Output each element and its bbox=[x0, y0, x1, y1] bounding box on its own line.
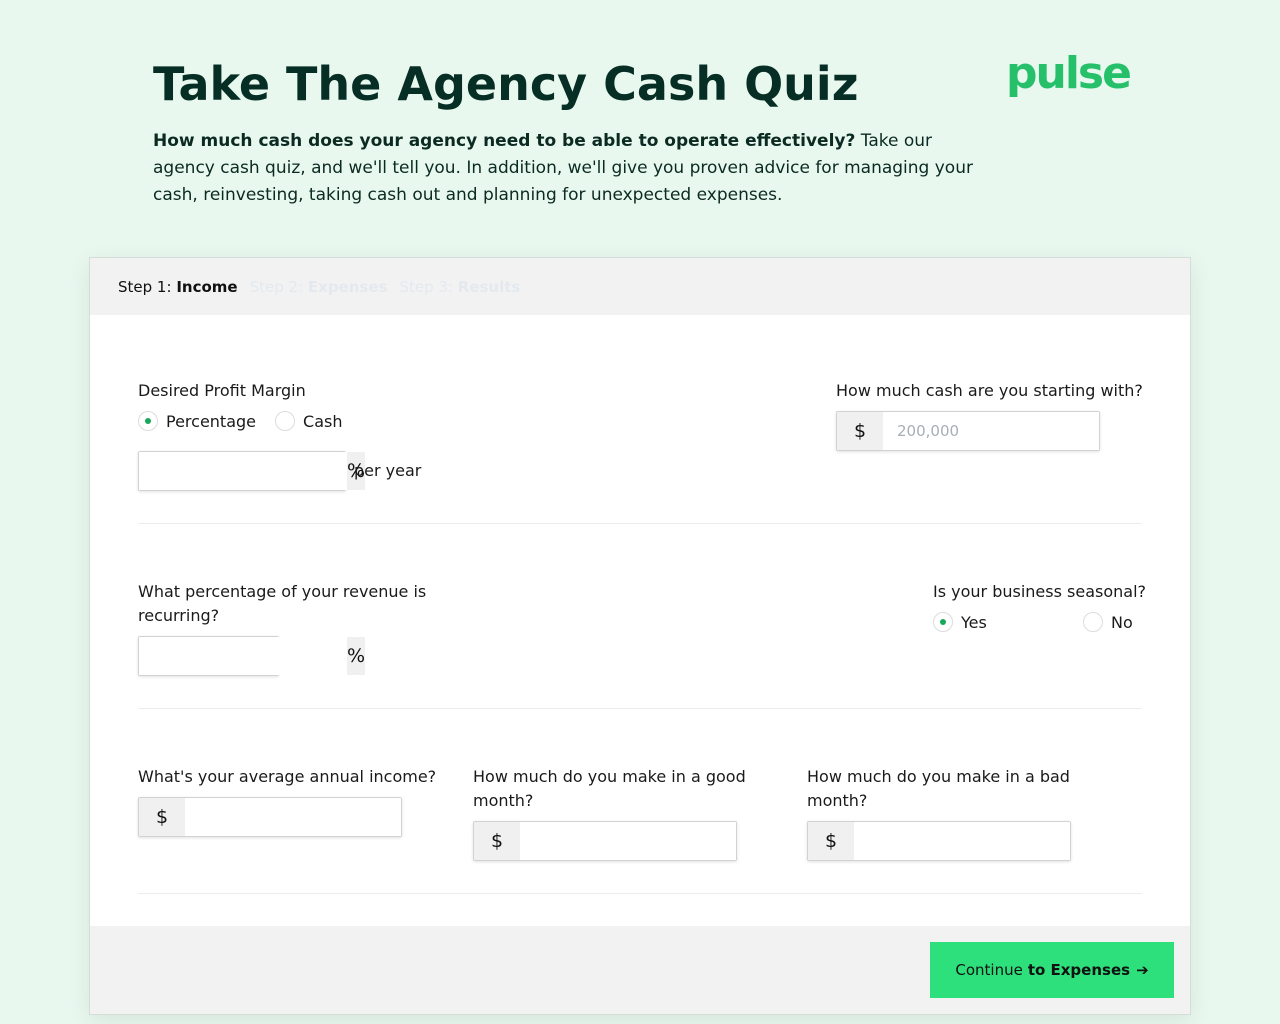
annual-income-label: What's your average annual income? bbox=[138, 767, 437, 786]
radio-yes-label: Yes bbox=[961, 612, 987, 632]
starting-cash-input-group: $ bbox=[836, 411, 1100, 451]
good-month-input[interactable] bbox=[520, 822, 736, 860]
profit-margin-radio-group: Percentage Cash bbox=[138, 411, 342, 431]
divider bbox=[138, 523, 1142, 524]
continue-button-bold: to Expenses bbox=[1027, 961, 1131, 979]
dollar-addon: $ bbox=[474, 822, 520, 860]
dollar-addon: $ bbox=[837, 412, 883, 450]
starting-cash-input[interactable] bbox=[883, 412, 1099, 450]
radio-cash-label: Cash bbox=[303, 411, 343, 431]
radio-yes-circle[interactable] bbox=[933, 612, 953, 632]
radio-percentage-label: Percentage bbox=[166, 411, 257, 431]
divider bbox=[138, 708, 1142, 709]
annual-income-input-group: $ bbox=[138, 797, 402, 837]
seasonal-radio-no[interactable]: No bbox=[1083, 612, 1133, 632]
step-3-name: Results bbox=[457, 277, 521, 296]
page-title: Take The Agency Cash Quiz bbox=[153, 57, 859, 111]
radio-percentage-circle[interactable] bbox=[138, 411, 158, 431]
step-2-name: Expenses bbox=[307, 277, 388, 296]
starting-cash-label: How much cash are you starting with? bbox=[836, 381, 1143, 400]
step-indicator: Step 1: Income Step 2: Expenses Step 3: … bbox=[90, 258, 1190, 315]
recurring-label: What percentage of your revenue is recur… bbox=[138, 582, 427, 625]
recurring-input-group: % bbox=[138, 636, 366, 676]
step-1-prefix: Step 1: bbox=[118, 277, 172, 296]
seasonal-label: Is your business seasonal? bbox=[933, 582, 1147, 601]
step-1[interactable]: Step 1: Income bbox=[118, 278, 238, 296]
radio-no-label: No bbox=[1111, 612, 1133, 632]
percent-addon: % bbox=[347, 637, 366, 675]
arrow-right-icon: ➔ bbox=[1136, 961, 1149, 979]
step-1-name: Income bbox=[176, 277, 238, 296]
seasonal-radio-yes[interactable]: Yes bbox=[933, 612, 987, 632]
bad-month-label: How much do you make in a bad month? bbox=[807, 767, 1070, 810]
quiz-card: Step 1: Income Step 2: Expenses Step 3: … bbox=[89, 257, 1191, 1015]
per-year-label: per year bbox=[354, 461, 422, 480]
pulse-logo[interactable]: pulse bbox=[1006, 46, 1132, 102]
page-header: Take The Agency Cash Quiz How much cash … bbox=[153, 56, 1133, 209]
step-3[interactable]: Step 3: Results bbox=[399, 278, 520, 296]
radio-cash-circle[interactable] bbox=[275, 411, 296, 431]
bad-month-input[interactable] bbox=[854, 822, 1070, 860]
step-3-prefix: Step 3: bbox=[399, 277, 453, 296]
radio-cash[interactable]: Cash bbox=[275, 411, 342, 431]
dollar-addon: $ bbox=[139, 798, 185, 836]
profit-margin-input-group: % bbox=[138, 451, 366, 491]
continue-button-prefix: Continue bbox=[955, 961, 1023, 979]
intro-bold-text: How much cash does your agency need to b… bbox=[153, 131, 856, 151]
good-month-label: How much do you make in a good month? bbox=[473, 767, 746, 810]
radio-no-circle[interactable] bbox=[1083, 612, 1103, 632]
good-month-input-group: $ bbox=[473, 821, 737, 861]
bad-month-input-group: $ bbox=[807, 821, 1071, 861]
intro-text: How much cash does your agency need to b… bbox=[153, 128, 973, 209]
radio-percentage[interactable]: Percentage bbox=[138, 411, 256, 431]
divider bbox=[138, 893, 1142, 894]
annual-income-input[interactable] bbox=[185, 798, 401, 836]
profit-margin-input[interactable] bbox=[139, 452, 347, 490]
card-footer: Continue to Expenses ➔ bbox=[90, 926, 1190, 1014]
recurring-input[interactable] bbox=[139, 637, 347, 675]
step-2-prefix: Step 2: bbox=[249, 277, 304, 296]
profit-margin-label: Desired Profit Margin bbox=[138, 381, 306, 400]
continue-to-expenses-button[interactable]: Continue to Expenses ➔ bbox=[930, 942, 1174, 998]
step-2[interactable]: Step 2: Expenses bbox=[250, 278, 388, 296]
dollar-addon: $ bbox=[808, 822, 854, 860]
